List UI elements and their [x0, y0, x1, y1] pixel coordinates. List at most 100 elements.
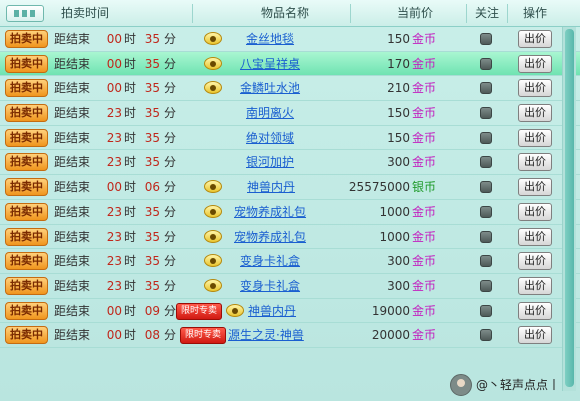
preview-eye-icon[interactable] — [226, 303, 244, 317]
auction-list: 拍卖中 距结束 00 时 35 分金丝地毯 150 金币 出价 拍卖中 距结束 00 时 35 分八宝呈祥桌… — [0, 27, 580, 348]
watch-checkbox[interactable] — [480, 181, 492, 194]
watch-checkbox[interactable] — [480, 107, 492, 120]
item-name-link[interactable]: 变身卡礼盒 — [240, 274, 300, 298]
bid-button[interactable]: 出价 — [518, 326, 552, 345]
header-item-name[interactable]: 物品名称 — [230, 0, 340, 27]
header-current-price[interactable]: 当前价 — [375, 0, 455, 27]
remaining-label: 距结束 — [54, 254, 91, 269]
watch-checkbox[interactable] — [480, 230, 492, 243]
bid-button[interactable]: 出价 — [518, 104, 552, 123]
preview-eye-icon[interactable] — [204, 278, 222, 292]
currency-label: 金币 — [412, 130, 437, 145]
table-row[interactable]: 拍卖中 距结束 23 时 35 分 变身卡礼盒 300 金币 出价 — [0, 249, 580, 274]
watch-checkbox[interactable] — [480, 156, 492, 169]
hour-unit: 时 — [124, 328, 137, 343]
watch-checkbox[interactable] — [480, 131, 492, 144]
bid-button[interactable]: 出价 — [518, 276, 552, 295]
remaining-minutes: 35 — [144, 229, 160, 244]
remaining-label: 距结束 — [54, 56, 91, 71]
table-row[interactable]: 拍卖中 距结束 23 时 35 分 变身卡礼盒 300 金币 出价 — [0, 274, 580, 299]
watch-checkbox[interactable] — [480, 82, 492, 95]
table-row[interactable]: 拍卖中 距结束 23 时 35 分 宠物养成礼包 1000 金币 出价 — [0, 225, 580, 250]
table-row[interactable]: 拍卖中 距结束 00 时 06 分 神兽内丹 25575000 银币 出价 — [0, 175, 580, 200]
watch-checkbox[interactable] — [480, 329, 492, 342]
bid-button[interactable]: 出价 — [518, 54, 552, 73]
bid-button[interactable]: 出价 — [518, 178, 552, 197]
item-name-link[interactable]: 神兽内丹 — [247, 175, 295, 199]
hour-unit: 时 — [124, 130, 137, 145]
bid-button[interactable]: 出价 — [518, 202, 552, 221]
item-name-link[interactable]: 宠物养成礼包 — [234, 225, 306, 249]
table-row[interactable]: 拍卖中 距结束 00 时 35 分 金鳞吐水池 210 金币 出价 — [0, 76, 580, 102]
table-row[interactable]: 拍卖中 距结束 23 时 35 分 绝对领域 150 金币 出价 — [0, 126, 580, 151]
current-price: 170 — [387, 56, 410, 71]
table-row[interactable]: 拍卖中 距结束 23 时 35 分 银河加护 300 金币 出价 — [0, 150, 580, 176]
status-badge: 拍卖中 — [5, 202, 48, 221]
watch-checkbox[interactable] — [480, 33, 492, 45]
item-name-link[interactable]: 八宝呈祥桌 — [240, 52, 300, 76]
watch-checkbox[interactable] — [480, 304, 492, 317]
remaining-minutes: 35 — [144, 254, 160, 269]
grid-view-icon[interactable] — [6, 5, 44, 22]
avatar[interactable] — [450, 374, 472, 396]
bid-button[interactable]: 出价 — [518, 128, 552, 147]
scrollbar[interactable] — [562, 27, 576, 391]
table-row[interactable]: 拍卖中 距结束 23 时 35 分 宠物养成礼包 1000 金币 出价 — [0, 200, 580, 225]
currency-label: 金币 — [412, 81, 437, 96]
current-price: 19000 — [371, 303, 410, 318]
current-price: 150 — [387, 130, 410, 145]
table-row[interactable]: 拍卖中 距结束 00 时 35 分 金丝地毯 150 金币 出价 — [0, 27, 580, 52]
table-row[interactable]: 拍卖中 距结束 00 时 09 分限时专卖 神兽内丹 19000 金币 出价 — [0, 299, 580, 324]
item-name-link[interactable]: 神兽内丹 — [248, 299, 296, 323]
preview-eye-icon[interactable] — [204, 229, 222, 243]
table-row[interactable]: 拍卖中 距结束 00 时 08 分限时专卖 源生之灵·神兽 20000 金币 出价 — [0, 323, 580, 348]
minute-unit: 分 — [164, 328, 177, 343]
bid-button[interactable]: 出价 — [518, 227, 552, 246]
remaining-minutes: 08 — [144, 328, 160, 343]
item-name-link[interactable]: 金丝地毯 — [246, 27, 294, 51]
bid-button[interactable]: 出价 — [518, 30, 552, 48]
hour-unit: 时 — [124, 32, 137, 46]
preview-eye-icon[interactable] — [204, 56, 222, 70]
bid-button[interactable]: 出价 — [518, 301, 552, 320]
limited-sale-tag: 限时专卖 — [176, 302, 223, 320]
watch-checkbox[interactable] — [480, 255, 492, 268]
header-time[interactable]: 拍卖时间 — [50, 0, 120, 27]
currency-label: 金币 — [412, 328, 437, 343]
bid-button[interactable]: 出价 — [518, 252, 552, 271]
minute-unit: 分 — [164, 278, 177, 293]
bid-button[interactable]: 出价 — [518, 79, 552, 98]
scrollbar-thumb[interactable] — [565, 29, 574, 387]
status-badge: 拍卖中 — [5, 79, 48, 98]
bid-button[interactable]: 出价 — [518, 153, 552, 172]
item-name-link[interactable]: 宠物养成礼包 — [234, 200, 306, 224]
status-badge: 拍卖中 — [5, 30, 48, 48]
preview-eye-icon[interactable] — [204, 254, 222, 268]
item-name-link[interactable]: 绝对领域 — [246, 126, 294, 150]
current-price: 20000 — [371, 328, 410, 343]
watch-checkbox[interactable] — [480, 279, 492, 292]
remaining-hours: 23 — [106, 254, 122, 269]
remaining-hours: 00 — [106, 56, 122, 71]
item-name-link[interactable]: 银河加护 — [246, 150, 294, 174]
remaining-minutes: 09 — [144, 303, 160, 318]
minute-unit: 分 — [164, 56, 177, 71]
item-name-link[interactable]: 南明离火 — [246, 101, 294, 125]
header-action: 操作 — [522, 6, 547, 20]
table-row[interactable]: 拍卖中 距结束 00 时 35 分 八宝呈祥桌 170 金币 出价 — [0, 51, 580, 77]
preview-eye-icon[interactable] — [204, 204, 222, 218]
item-name-link[interactable]: 金鳞吐水池 — [240, 76, 300, 100]
currency-label: 金币 — [412, 278, 437, 293]
currency-label: 银币 — [412, 180, 437, 195]
preview-eye-icon[interactable] — [204, 81, 222, 95]
item-name-link[interactable]: 源生之灵·神兽 — [228, 323, 304, 347]
item-name-link[interactable]: 变身卡礼盒 — [240, 249, 300, 273]
remaining-minutes: 35 — [144, 130, 160, 145]
hour-unit: 时 — [124, 81, 137, 96]
watch-checkbox[interactable] — [480, 205, 492, 218]
remaining-minutes: 35 — [144, 204, 160, 219]
preview-eye-icon[interactable] — [204, 32, 222, 45]
preview-eye-icon[interactable] — [204, 180, 222, 194]
table-row[interactable]: 拍卖中 距结束 23 时 35 分 南明离火 150 金币 出价 — [0, 101, 580, 126]
watch-checkbox[interactable] — [480, 57, 492, 70]
